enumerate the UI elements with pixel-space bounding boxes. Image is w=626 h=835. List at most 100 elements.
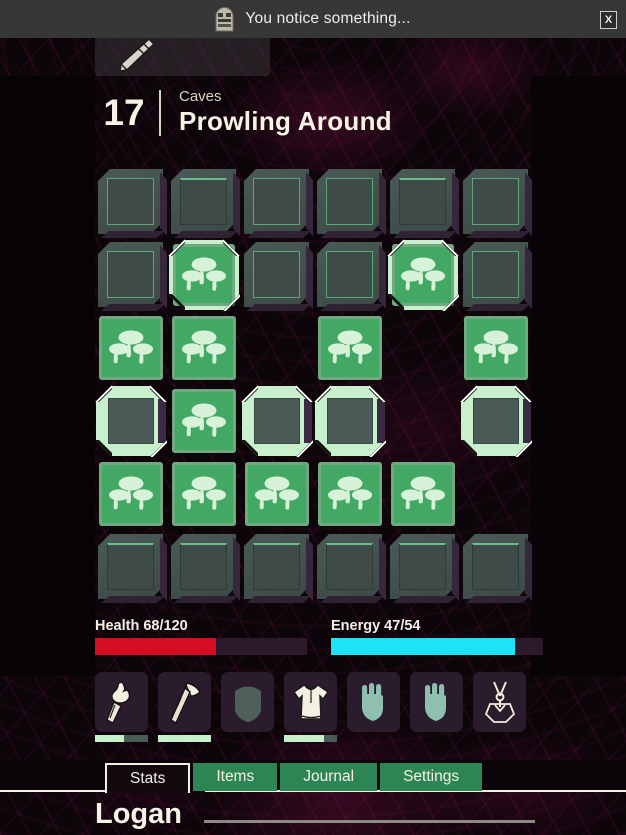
grid-tile[interactable] (168, 166, 240, 238)
equipment-slots[interactable] (95, 672, 526, 742)
grid-tile[interactable] (314, 239, 386, 311)
character-rule (204, 820, 535, 823)
grid-tile[interactable] (168, 312, 240, 384)
grid-tile[interactable] (314, 166, 386, 238)
dagger-icon (119, 37, 156, 72)
mushroom-icon (255, 476, 299, 510)
right-hand-slot-box[interactable] (410, 672, 463, 732)
shirt-slot-box[interactable] (284, 672, 337, 732)
grid-tile[interactable] (460, 239, 532, 311)
grid-tile[interactable] (241, 385, 313, 457)
grid-void (241, 312, 313, 384)
mushroom-icon (401, 476, 445, 510)
tab-journal[interactable]: Journal (280, 763, 378, 791)
grid-tile[interactable] (314, 531, 386, 603)
grid-tile[interactable] (95, 458, 167, 530)
grid-tile[interactable] (95, 239, 167, 311)
health-stat: Health 68/120 (95, 618, 307, 655)
grid-tile[interactable] (95, 531, 167, 603)
character-name: Logan (95, 798, 182, 830)
grid-tile[interactable] (241, 239, 313, 311)
page-title: Prowling Around (179, 106, 392, 136)
grid-void (460, 458, 532, 530)
grid-tile[interactable] (95, 166, 167, 238)
torch-slot-box[interactable] (95, 672, 148, 732)
left-hand-slot[interactable] (347, 672, 400, 742)
amulet-slot-box[interactable] (473, 672, 526, 732)
health-label: Health 68/120 (95, 618, 188, 634)
axe-icon (169, 682, 201, 724)
character-header: Logan (95, 800, 535, 829)
head-slot-box[interactable] (221, 672, 274, 732)
level-header: 17 Caves Prowling Around (95, 88, 392, 137)
tile-grid[interactable] (95, 166, 532, 603)
grid-tile[interactable] (241, 458, 313, 530)
grid-tile[interactable] (387, 239, 459, 311)
torch-slot[interactable] (95, 672, 148, 742)
grid-tile[interactable] (241, 531, 313, 603)
banner-message: You notice something... (245, 10, 411, 27)
game-screen: You notice something... X 17 Caves Prowl… (0, 0, 626, 835)
torch-icon (105, 681, 130, 724)
grid-tile[interactable] (168, 239, 240, 311)
mushroom-icon (182, 330, 226, 364)
grid-tile[interactable] (387, 458, 459, 530)
energy-bar-track (331, 638, 543, 655)
left-hand-slot-box[interactable] (347, 672, 400, 732)
stat-bars: Health 68/120 Energy 47/54 (95, 618, 543, 655)
amulet-icon (484, 681, 515, 723)
tab-bar[interactable]: Stats Items Journal Settings (105, 763, 483, 793)
shirt-slot[interactable] (284, 672, 337, 742)
mushroom-icon (182, 257, 226, 291)
mushroom-icon (401, 257, 445, 291)
mushroom-icon (109, 476, 153, 510)
shirt-icon (292, 684, 329, 720)
tomb-icon (215, 6, 234, 31)
notification-banner: You notice something... X (0, 0, 626, 38)
hand-icon (361, 683, 383, 721)
energy-bar-fill (331, 638, 516, 655)
axe-slot-box[interactable] (158, 672, 211, 732)
grid-tile[interactable] (168, 531, 240, 603)
grid-tile[interactable] (95, 312, 167, 384)
mushroom-icon (109, 330, 153, 364)
grid-tile[interactable] (314, 458, 386, 530)
energy-label: Energy 47/54 (331, 618, 421, 634)
mushroom-icon (328, 476, 372, 510)
amulet-slot[interactable] (473, 672, 526, 742)
mushroom-icon (328, 330, 372, 364)
grid-tile[interactable] (314, 312, 386, 384)
title-divider (159, 89, 161, 136)
grid-tile[interactable] (460, 531, 532, 603)
close-icon[interactable]: X (600, 11, 617, 29)
grid-tile[interactable] (460, 312, 532, 384)
head-silhouette-icon (234, 686, 261, 722)
axe-slot-durability (158, 735, 211, 742)
location-label: Caves (179, 88, 222, 105)
mushroom-icon (182, 403, 226, 437)
grid-tile[interactable] (460, 166, 532, 238)
grid-void (387, 312, 459, 384)
health-bar-fill (95, 638, 216, 655)
grid-void (387, 385, 459, 457)
energy-stat: Energy 47/54 (331, 618, 543, 655)
grid-tile[interactable] (241, 166, 313, 238)
right-hand-slot[interactable] (410, 672, 463, 742)
background-dim-right (531, 76, 626, 676)
axe-slot[interactable] (158, 672, 211, 742)
head-slot[interactable] (221, 672, 274, 742)
background-dim-left (0, 76, 95, 676)
grid-tile[interactable] (95, 385, 167, 457)
tab-settings[interactable]: Settings (380, 763, 483, 791)
grid-tile[interactable] (387, 531, 459, 603)
grid-tile[interactable] (168, 458, 240, 530)
grid-tile[interactable] (314, 385, 386, 457)
tab-items[interactable]: Items (193, 763, 278, 791)
mushroom-icon (182, 476, 226, 510)
tab-stats[interactable]: Stats (105, 763, 191, 793)
grid-tile[interactable] (460, 385, 532, 457)
hand-icon (424, 683, 446, 721)
grid-tile[interactable] (387, 166, 459, 238)
grid-tile[interactable] (168, 385, 240, 457)
health-bar-track (95, 638, 307, 655)
